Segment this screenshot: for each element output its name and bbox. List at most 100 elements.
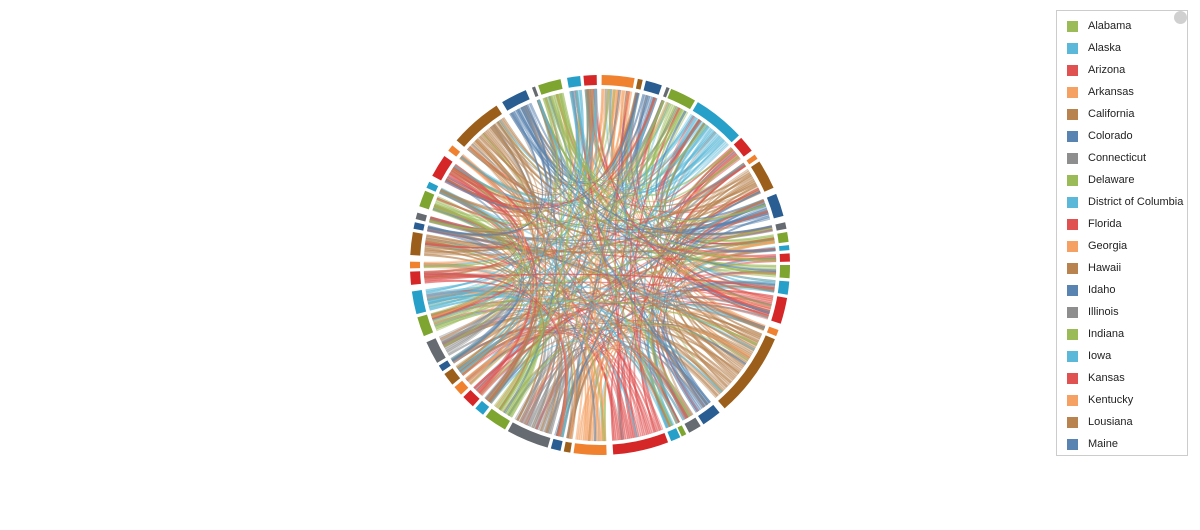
group-arc[interactable] (601, 75, 635, 89)
legend-swatch (1067, 20, 1078, 32)
legend-item[interactable]: Iowa (1067, 345, 1111, 367)
legend-swatch (1067, 42, 1078, 54)
legend-item[interactable]: Hawaii (1067, 257, 1121, 279)
group-arc[interactable] (410, 232, 423, 256)
legend-swatch (1067, 108, 1078, 120)
legend-item[interactable]: Arkansas (1067, 81, 1134, 103)
chord-diagram (410, 75, 790, 455)
legend-item[interactable]: Colorado (1067, 125, 1133, 147)
legend-item[interactable]: Lousiana (1067, 411, 1133, 433)
group-arc[interactable] (779, 253, 790, 262)
group-arc[interactable] (463, 390, 480, 407)
legend-swatch (1067, 350, 1078, 362)
legend-label: Florida (1088, 218, 1122, 230)
group-arc[interactable] (573, 443, 607, 455)
group-arc[interactable] (538, 79, 563, 95)
group-arc[interactable] (475, 400, 490, 415)
group-arc[interactable] (454, 380, 469, 395)
group-arc[interactable] (667, 428, 681, 442)
legend-label: Kansas (1088, 372, 1125, 384)
group-arc[interactable] (410, 271, 421, 285)
group-arc[interactable] (413, 222, 425, 231)
legend-label: Idaho (1088, 284, 1116, 296)
legend-item[interactable]: Alaska (1067, 37, 1121, 59)
legend-item[interactable]: Florida (1067, 213, 1122, 235)
group-arc[interactable] (777, 232, 789, 244)
legend-item[interactable]: Indiana (1067, 323, 1124, 345)
legend-item[interactable]: Delaware (1067, 169, 1134, 191)
group-arc[interactable] (635, 78, 643, 90)
group-arc[interactable] (777, 280, 790, 295)
group-arc[interactable] (410, 261, 421, 269)
legend-label: Colorado (1088, 130, 1133, 142)
group-arc[interactable] (531, 86, 539, 97)
legend-label: Illinois (1088, 306, 1119, 318)
group-arc[interactable] (438, 360, 451, 372)
legend-label: Lousiana (1088, 416, 1133, 428)
legend-label: Georgia (1088, 240, 1128, 252)
legend-swatch (1067, 328, 1078, 340)
legend-label: Kentucky (1088, 394, 1134, 406)
legend-label: Alaska (1088, 42, 1122, 54)
legend-label: District of Columbia (1088, 196, 1184, 208)
legend-swatch (1067, 394, 1078, 406)
legend-label: Iowa (1088, 350, 1112, 362)
legend-item[interactable]: Maine (1067, 433, 1118, 455)
legend-swatch (1067, 152, 1078, 164)
group-arc[interactable] (411, 290, 427, 315)
legend-swatch (1067, 130, 1078, 142)
group-arc[interactable] (775, 222, 787, 231)
legend-label: Maine (1088, 438, 1118, 450)
legend-item[interactable]: Connecticut (1067, 147, 1146, 169)
group-arc[interactable] (417, 314, 434, 337)
legend-label: Delaware (1088, 174, 1135, 186)
legend: Alabama Alaska Arizona Arkansas California Co… (1056, 10, 1188, 456)
legend-swatch (1067, 218, 1078, 230)
group-arc[interactable] (550, 438, 563, 451)
legend-swatch (1067, 372, 1078, 384)
legend-swatch (1067, 416, 1078, 428)
legend-label: Alabama (1088, 20, 1132, 32)
legend-item[interactable]: District of Columbia (1067, 191, 1183, 213)
group-arc[interactable] (448, 145, 461, 157)
group-arc[interactable] (415, 212, 427, 222)
legend-item[interactable]: Idaho (1067, 279, 1116, 301)
group-arc[interactable] (771, 296, 788, 324)
legend-label: Hawaii (1088, 262, 1122, 274)
legend-label: Connecticut (1088, 152, 1147, 164)
legend-swatch (1067, 438, 1078, 450)
legend-item[interactable]: California (1067, 103, 1134, 125)
group-arc[interactable] (567, 76, 582, 88)
legend-item[interactable]: Kentucky (1067, 389, 1133, 411)
group-arc[interactable] (444, 368, 461, 385)
legend-swatch (1067, 240, 1078, 252)
group-arc[interactable] (684, 417, 701, 433)
group-arc[interactable] (766, 193, 784, 219)
legend-item[interactable]: Alabama (1067, 15, 1131, 37)
legend-swatch (1067, 306, 1078, 318)
group-arc[interactable] (563, 441, 572, 453)
legend-swatch (1067, 196, 1078, 208)
legend-swatch (1067, 86, 1078, 98)
group-arc[interactable] (779, 245, 790, 251)
group-arc[interactable] (426, 181, 439, 192)
legend-item[interactable]: Kansas (1067, 367, 1125, 389)
group-arc[interactable] (419, 190, 435, 210)
legend-label: Indiana (1088, 328, 1125, 340)
chord-ribbons (423, 88, 777, 442)
legend-item[interactable]: Arizona (1067, 59, 1125, 81)
legend-item[interactable]: Georgia (1067, 235, 1127, 257)
legend-swatch (1067, 174, 1078, 186)
legend-swatch (1067, 262, 1078, 274)
legend-swatch (1067, 64, 1078, 76)
legend-label: Arkansas (1088, 86, 1134, 98)
legend-item[interactable]: Illinois (1067, 301, 1119, 323)
legend-swatch (1067, 284, 1078, 296)
group-arc[interactable] (746, 154, 758, 165)
legend-label: California (1088, 108, 1135, 120)
legend-scrollbar[interactable] (1174, 11, 1187, 24)
group-arc[interactable] (779, 265, 790, 279)
group-arc[interactable] (766, 326, 779, 337)
group-arc[interactable] (643, 80, 662, 95)
group-arc[interactable] (583, 75, 597, 86)
